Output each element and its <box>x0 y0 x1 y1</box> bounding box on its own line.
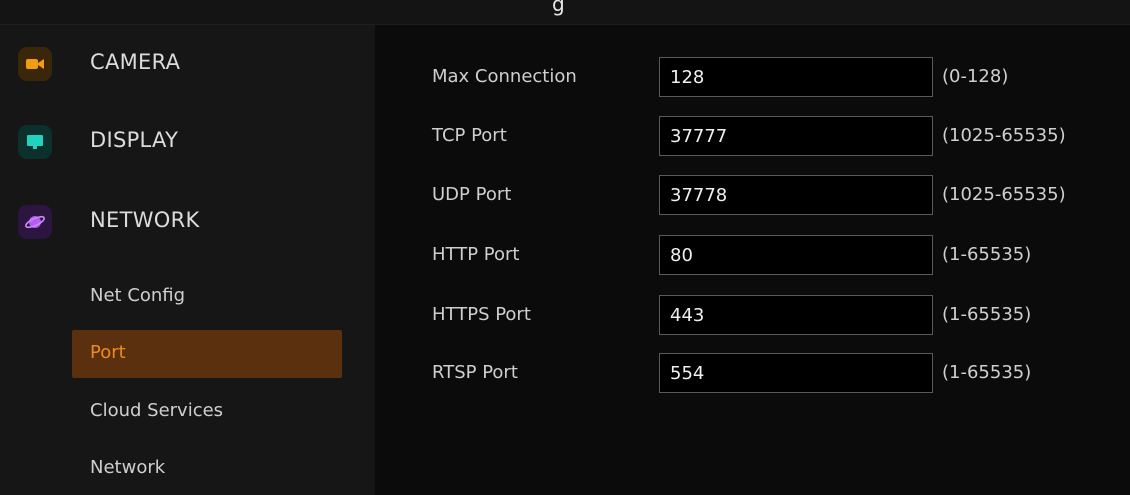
tcp-port-input[interactable] <box>659 116 933 156</box>
setting-row-https-port: HTTPS Port (1-65535) <box>376 295 1130 337</box>
range-hint-tcp-port: (1025-65535) <box>942 125 1066 146</box>
field-label-rtsp-port: RTSP Port <box>432 362 518 383</box>
udp-port-input[interactable] <box>659 175 933 215</box>
planet-icon <box>18 205 52 239</box>
sidebar-item-network[interactable]: Network <box>72 445 342 493</box>
max-connection-input[interactable] <box>659 57 933 97</box>
sidebar-item-label: Cloud Services <box>90 400 224 421</box>
sidebar-category-network[interactable]: NETWORK <box>0 185 375 255</box>
field-label-http-port: HTTP Port <box>432 244 520 265</box>
sidebar-category-display[interactable]: DISPLAY <box>0 105 375 175</box>
category-label-network: NETWORK <box>90 208 200 232</box>
range-hint-max-connection: (0-128) <box>942 66 1009 87</box>
monitor-icon <box>18 125 52 159</box>
category-label-camera: CAMERA <box>90 50 181 74</box>
rtsp-port-input[interactable] <box>659 353 933 393</box>
range-hint-http-port: (1-65535) <box>942 244 1032 265</box>
sidebar: CAMERA DISPLAY NETWORK Net Config Port C… <box>0 25 375 495</box>
sidebar-item-label: Network <box>90 457 166 478</box>
field-label-https-port: HTTPS Port <box>432 304 531 325</box>
sidebar-item-port[interactable]: Port <box>72 330 342 378</box>
range-hint-rtsp-port: (1-65535) <box>942 362 1032 383</box>
field-label-max-connection: Max Connection <box>432 66 577 87</box>
setting-row-rtsp-port: RTSP Port (1-65535) <box>376 353 1130 395</box>
https-port-input[interactable] <box>659 295 933 335</box>
camera-icon <box>18 47 52 81</box>
sidebar-item-label: Port <box>90 342 126 363</box>
range-hint-https-port: (1-65535) <box>942 304 1032 325</box>
field-label-udp-port: UDP Port <box>432 184 512 205</box>
sidebar-item-net-config[interactable]: Net Config <box>72 273 342 321</box>
setting-row-max-connection: Max Connection (0-128) <box>376 57 1130 99</box>
setting-row-http-port: HTTP Port (1-65535) <box>376 235 1130 277</box>
title-bar-text: g <box>552 0 565 16</box>
setting-row-tcp-port: TCP Port (1025-65535) <box>376 116 1130 158</box>
category-label-display: DISPLAY <box>90 128 179 152</box>
field-label-tcp-port: TCP Port <box>432 125 507 146</box>
range-hint-udp-port: (1025-65535) <box>942 184 1066 205</box>
sidebar-item-label: Net Config <box>90 285 186 306</box>
port-settings-panel: Max Connection (0-128) TCP Port (1025-65… <box>376 25 1130 495</box>
http-port-input[interactable] <box>659 235 933 275</box>
setting-row-udp-port: UDP Port (1025-65535) <box>376 175 1130 217</box>
title-bar: g <box>0 0 1130 25</box>
sidebar-item-cloud-services[interactable]: Cloud Services <box>72 388 342 436</box>
sidebar-category-camera[interactable]: CAMERA <box>0 27 375 97</box>
